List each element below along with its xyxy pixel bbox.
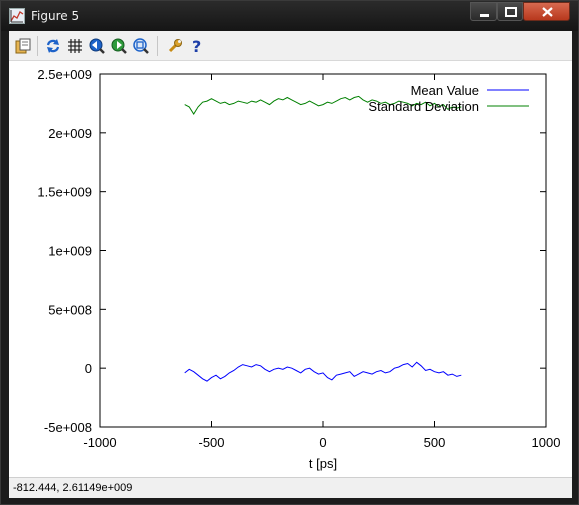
svg-text:?: ?: [192, 38, 201, 54]
options-wrench-icon: [168, 39, 182, 53]
figure-client-area: ? -1000 -500 0 500 1000 -5e+008 0 5e+008 1e+009 1…: [9, 31, 572, 498]
zoom-next-button[interactable]: [109, 36, 129, 56]
status-bar: -812.444, 2.61149e+009: [9, 477, 572, 498]
autoscale-button[interactable]: [131, 36, 151, 56]
x-tick-label: -1000: [83, 435, 116, 450]
toolbar: ?: [9, 31, 572, 61]
maximize-button[interactable]: [497, 2, 523, 21]
title-bar[interactable]: Figure 5: [1, 1, 578, 31]
window-title: Figure 5: [31, 9, 80, 23]
help-button[interactable]: ?: [187, 36, 207, 56]
replot-icon: [46, 39, 60, 53]
zoom-next-icon: [111, 38, 127, 54]
close-button[interactable]: [523, 2, 570, 21]
toolbar-separator: [157, 36, 158, 56]
plot-icon: [9, 8, 25, 24]
y-tick-label: 1e+009: [48, 244, 92, 259]
autoscale-icon: [133, 38, 149, 54]
cursor-coordinates: -812.444, 2.61149e+009: [13, 482, 133, 494]
chart[interactable]: -1000 -500 0 500 1000 -5e+008 0 5e+008 1e+009 1.5…: [9, 61, 572, 477]
zoom-previous-icon: [89, 38, 105, 54]
grid-button[interactable]: [65, 36, 85, 56]
y-tick-label: 0: [85, 361, 92, 376]
legend-label: Standard Deviation: [368, 99, 479, 114]
zoom-previous-button[interactable]: [87, 36, 107, 56]
series-line-0: [184, 361, 462, 382]
x-tick-label: 0: [319, 435, 326, 450]
y-tick-label: 2e+009: [48, 126, 92, 141]
x-tick-label: -500: [198, 435, 224, 450]
x-tick-label: 1000: [532, 435, 561, 450]
copy-to-clipboard-icon: [15, 38, 31, 54]
x-axis-label: t [ps]: [309, 456, 337, 471]
help-icon: ?: [192, 38, 201, 54]
toolbar-separator: [37, 36, 38, 56]
legend-label: Mean Value: [411, 83, 479, 98]
minimize-icon: [480, 14, 489, 17]
minimize-button[interactable]: [470, 2, 497, 21]
x-tick-label: 500: [424, 435, 446, 450]
options-button[interactable]: [165, 36, 185, 56]
copy-to-clipboard-button[interactable]: [13, 36, 33, 56]
grid-icon: [68, 39, 82, 53]
maximize-icon: [505, 7, 517, 17]
y-tick-label: 2.5e+009: [37, 67, 92, 82]
y-tick-label: 1.5e+009: [37, 185, 92, 200]
figure-window: Figure 5 ? -1000 -500 0 500 1000 -5e+008…: [0, 0, 579, 505]
y-tick-label: 5e+008: [48, 302, 92, 317]
close-icon: [542, 7, 553, 17]
y-tick-label: -5e+008: [44, 420, 92, 435]
plot-canvas[interactable]: -1000 -500 0 500 1000 -5e+008 0 5e+008 1e+009 1.5…: [9, 61, 572, 477]
plot-frame: [99, 73, 547, 428]
replot-button[interactable]: [43, 36, 63, 56]
